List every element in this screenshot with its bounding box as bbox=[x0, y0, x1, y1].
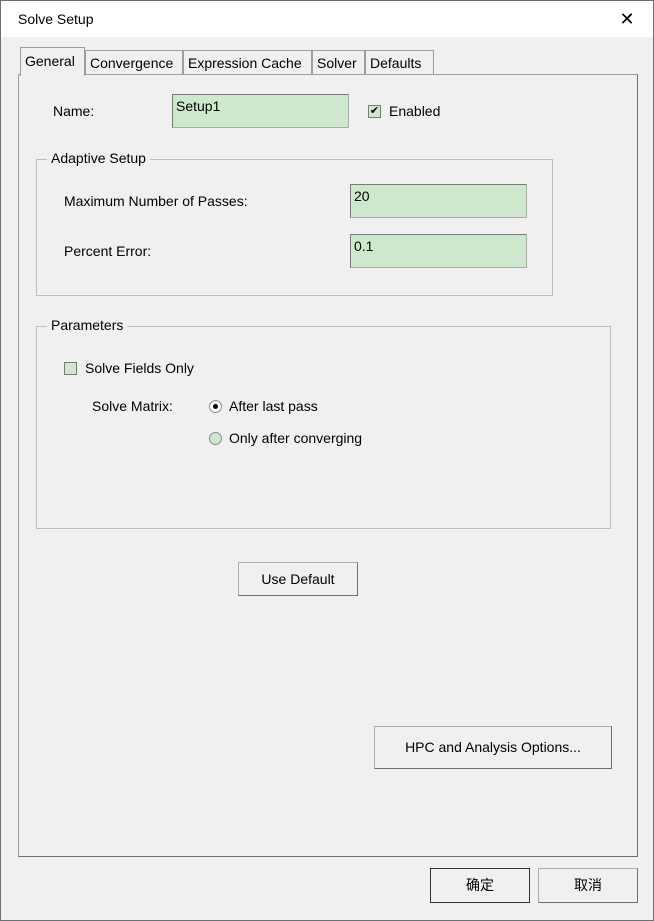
cancel-button[interactable]: 取消 bbox=[538, 868, 638, 903]
percent-error-label: Percent Error: bbox=[64, 243, 152, 259]
tab-defaults[interactable]: Defaults bbox=[365, 50, 434, 74]
check-icon: ✔ bbox=[369, 105, 380, 117]
tab-convergence[interactable]: Convergence bbox=[85, 50, 183, 74]
ok-button[interactable]: 确定 bbox=[430, 868, 530, 903]
solve-matrix-label: Solve Matrix: bbox=[92, 398, 173, 414]
hpc-analysis-options-button[interactable]: HPC and Analysis Options... bbox=[374, 726, 612, 769]
radio-after-last-pass[interactable] bbox=[209, 400, 222, 413]
solve-fields-only-checkbox[interactable] bbox=[64, 362, 77, 375]
adaptive-setup-group: Adaptive Setup bbox=[36, 150, 553, 296]
adaptive-setup-title: Adaptive Setup bbox=[47, 150, 150, 166]
close-icon[interactable]: ✕ bbox=[613, 6, 641, 32]
parameters-group: Parameters bbox=[36, 317, 611, 529]
percent-error-field[interactable]: 0.1 bbox=[350, 234, 527, 268]
max-passes-label: Maximum Number of Passes: bbox=[64, 193, 248, 209]
tab-solver[interactable]: Solver bbox=[312, 50, 365, 74]
name-label: Name: bbox=[53, 103, 95, 119]
tab-label: General bbox=[25, 53, 75, 69]
tab-general[interactable]: General bbox=[20, 47, 85, 76]
dialog-title: Solve Setup bbox=[18, 11, 94, 27]
radio-after-last-pass-label: After last pass bbox=[229, 398, 318, 414]
radio-only-after-converging-label: Only after converging bbox=[229, 430, 363, 446]
tab-label: Solver bbox=[317, 55, 357, 71]
tab-label: Defaults bbox=[370, 55, 422, 71]
enabled-checkbox[interactable]: ✔ bbox=[368, 105, 381, 118]
enabled-label: Enabled bbox=[389, 103, 441, 119]
parameters-title: Parameters bbox=[47, 317, 128, 333]
title-bar: Solve Setup ✕ bbox=[1, 1, 653, 37]
solve-fields-only-label: Solve Fields Only bbox=[85, 360, 194, 376]
solve-setup-dialog: Solve Setup ✕ General Convergence Expres… bbox=[0, 0, 654, 921]
tab-label: Convergence bbox=[90, 55, 174, 71]
use-default-button[interactable]: Use Default bbox=[238, 562, 358, 596]
radio-only-after-converging[interactable] bbox=[209, 432, 222, 445]
radio-selected-dot bbox=[213, 404, 218, 409]
max-passes-field[interactable]: 20 bbox=[350, 184, 527, 218]
name-field[interactable]: Setup1 bbox=[172, 94, 349, 128]
tab-expression-cache[interactable]: Expression Cache bbox=[183, 50, 312, 74]
tab-label: Expression Cache bbox=[188, 55, 302, 71]
